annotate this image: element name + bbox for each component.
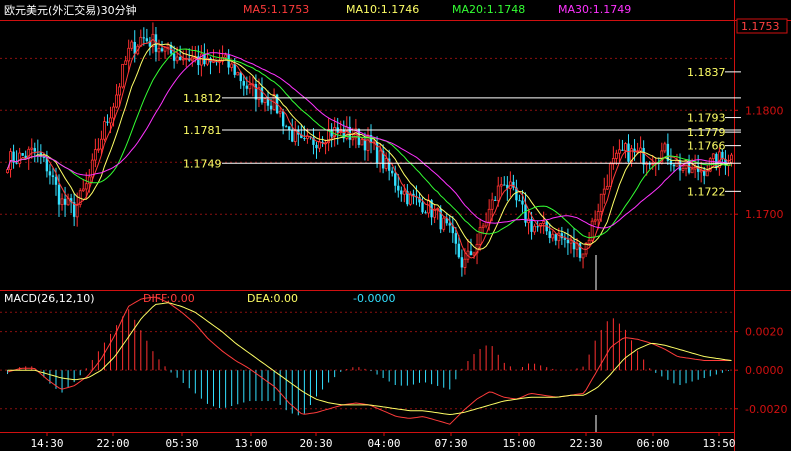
candle [121, 63, 125, 89]
candle [21, 153, 24, 156]
legend-ma30: MA30:1.1749 [558, 3, 631, 16]
candle [442, 216, 446, 232]
time-tick-label: 15:00 [502, 437, 535, 450]
legend-ma5: MA5:1.1753 [243, 3, 309, 16]
chart-title: 欧元美元(外汇交易)30分钟 [4, 3, 137, 17]
macd-label: MACD(26,12,10) [4, 292, 95, 305]
price-level-label: 1.1722 [687, 185, 726, 198]
price-level-label: 1.1812 [183, 92, 222, 105]
time-tick-label: 04:00 [367, 437, 400, 450]
price-level-label: 1.1837 [687, 66, 726, 79]
time-tick-label: 22:00 [96, 437, 129, 450]
macd-hist-label: -0.0000 [353, 292, 395, 305]
forex-chart[interactable]: 欧元美元(外汇交易)30分钟 MA5:1.1753 MA10:1.1746 MA20… [0, 0, 791, 451]
time-tick-label: 22:30 [569, 437, 602, 450]
legend-ma20: MA20:1.1748 [452, 3, 525, 16]
legend-ma10: MA10:1.1746 [346, 3, 419, 16]
price-level-label: 1.1766 [687, 140, 726, 153]
price-level-label: 1.1781 [183, 124, 222, 137]
time-tick-label: 13:50 [702, 437, 735, 450]
macd-tick-label: 0.0000 [745, 364, 784, 377]
time-tick-label: 14:30 [30, 437, 63, 450]
time-tick-label: 13:00 [234, 437, 267, 450]
price-level-label: 1.1749 [183, 157, 222, 170]
time-tick-label: 05:30 [165, 437, 198, 450]
macd-tick-label: -0.0020 [745, 403, 787, 416]
time-tick-label: 06:00 [636, 437, 669, 450]
macd-dea-label: DEA:0.00 [247, 292, 298, 305]
candle [590, 217, 594, 243]
price-tick-label: 1.1700 [745, 208, 784, 221]
price-level-label: 1.1779 [687, 126, 726, 139]
price-level-label: 1.1793 [687, 112, 726, 125]
time-tick-label: 07:30 [434, 437, 467, 450]
candle [236, 71, 240, 76]
candle [608, 161, 612, 187]
price-tick-label: 1.1800 [745, 104, 784, 117]
time-tick-label: 20:30 [299, 437, 332, 450]
current-price-label: 1.1753 [741, 20, 780, 33]
macd-tick-label: 0.0020 [745, 326, 784, 339]
